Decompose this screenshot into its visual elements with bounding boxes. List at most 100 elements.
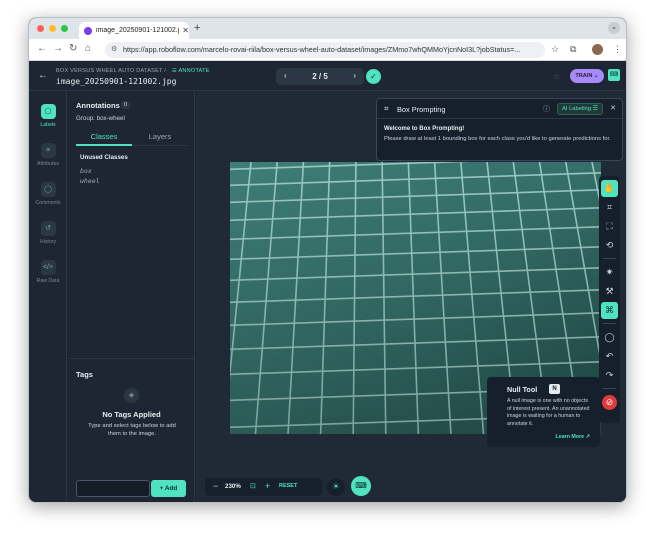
tab-title: image_20250901-121002.jpg — [96, 27, 180, 34]
ai-labeling-button[interactable]: AI Labeling ☰ — [557, 103, 603, 115]
list-icon: ≡ — [40, 143, 56, 158]
box-prompting-description: Please draw at least 1 bounding box for … — [384, 136, 611, 142]
forward-arrow-icon[interactable]: → — [53, 43, 63, 54]
drag-hand-icon[interactable]: ✋ — [601, 180, 618, 197]
bookmark-star-icon[interactable]: ☆ — [551, 44, 559, 55]
back-arrow-icon[interactable]: ← — [38, 70, 48, 81]
close-window-button[interactable] — [37, 25, 44, 32]
tab-bar: image_20250901-121002.jpg ✕ + ⌄ — [29, 18, 626, 39]
project-name[interactable]: BOX VERSUS WHEEL AUTO DATASET — [56, 68, 163, 74]
fit-to-screen-icon[interactable]: ⊡ — [250, 482, 256, 490]
divider — [68, 358, 195, 359]
annotate-mode-text: ANNOTATE — [178, 68, 210, 74]
rail-item-label: Raw Data — [36, 278, 60, 284]
breadcrumb-separator: / — [164, 68, 167, 74]
bounding-box-icon[interactable]: ⌗ — [601, 199, 618, 216]
smart-polygon-icon[interactable]: ✷ — [601, 264, 618, 281]
rail-item-history[interactable]: ↺ History — [29, 221, 67, 245]
home-icon[interactable]: ⌂ — [85, 43, 91, 54]
info-icon[interactable]: ⓘ — [543, 104, 550, 114]
annotation-tabs: Classes Layers — [76, 129, 188, 146]
browser-menu-icon[interactable]: ⋮ — [613, 44, 622, 55]
annotations-count: 0 — [121, 101, 131, 109]
comment-icon[interactable]: ◯ — [601, 329, 618, 346]
active-tab-indicator — [76, 144, 132, 146]
repeat-previous-icon[interactable]: ⟲ — [601, 237, 618, 254]
magic-wand-icon[interactable]: ⚒ — [601, 283, 618, 300]
null-tool-title: Null Tool — [507, 385, 538, 394]
undo-icon[interactable]: ↶ — [601, 348, 618, 365]
url-field[interactable]: ⚙ https://app.roboflow.com/marcelo-rovai… — [105, 42, 545, 58]
site-info-icon[interactable]: ⚙ — [111, 42, 117, 58]
no-tags-description: Type and select tags below to add them t… — [88, 423, 176, 437]
box-prompting-panel: ⌗ Box Prompting ⓘ AI Labeling ☰ ✕ Welcom… — [376, 98, 623, 161]
tab-layers-label: Layers — [148, 132, 172, 141]
rail-item-label: History — [39, 239, 57, 245]
brightness-icon[interactable]: ☀ — [327, 478, 345, 496]
redo-icon[interactable]: ↷ — [601, 367, 618, 384]
rail-item-label: Labels — [40, 122, 56, 128]
learn-more-link[interactable]: Learn More ↗ — [556, 434, 590, 440]
box-prompting-icon[interactable]: ⌘ — [601, 302, 618, 319]
history-icon: ↺ — [40, 221, 56, 236]
divider — [603, 388, 616, 389]
train-label: TRAIN — [575, 73, 593, 79]
maximize-window-button[interactable] — [61, 25, 68, 32]
close-icon[interactable]: ✕ — [610, 104, 616, 112]
tab-layers[interactable]: Layers — [132, 132, 188, 141]
rail-item-attributes[interactable]: ≡ Attributes — [29, 143, 67, 167]
app-header: ← BOX VERSUS WHEEL AUTO DATASET / ☰ ANNO… — [29, 61, 626, 91]
tag-input[interactable] — [76, 480, 150, 497]
rail-item-comments[interactable]: ◯ Comments — [29, 182, 67, 206]
new-tab-button[interactable]: + — [194, 22, 200, 34]
zoom-in-button[interactable]: + — [265, 481, 270, 491]
keyboard-shortcuts-icon[interactable]: ⌨ — [608, 69, 620, 81]
close-tab-icon[interactable]: ✕ — [182, 26, 189, 35]
browser-window: image_20250901-121002.jpg ✕ + ⌄ ← → ↻ ⌂ … — [28, 17, 627, 503]
rail-item-raw-data[interactable]: </> Raw Data — [29, 260, 67, 284]
back-arrow-icon[interactable]: ← — [37, 43, 47, 54]
rail-item-label: Attributes — [37, 161, 59, 167]
roboflow-favicon-icon — [84, 26, 92, 35]
address-bar: ← → ↻ ⌂ ⚙ https://app.roboflow.com/marce… — [29, 39, 626, 61]
minimize-window-button[interactable] — [49, 25, 56, 32]
zoom-level: 230% — [225, 483, 241, 490]
divider — [603, 258, 616, 259]
image-filename: image_20250901-121002.jpg — [56, 77, 177, 86]
image-pager: ‹ 2 / 5 › — [276, 68, 364, 85]
unused-classes-title: Unused Classes — [80, 154, 128, 161]
add-tag-button[interactable]: + Add — [151, 480, 186, 497]
browser-tab[interactable]: image_20250901-121002.jpg ✕ — [79, 22, 189, 39]
annotations-title: Annotations — [76, 101, 120, 110]
rail-item-labels[interactable]: ▢ Labels — [29, 104, 67, 128]
profile-avatar[interactable] — [592, 44, 603, 55]
extensions-icon[interactable]: ⧉ — [570, 44, 576, 55]
tab-search-button[interactable]: ⌄ — [608, 22, 620, 34]
class-item-box[interactable]: box — [80, 167, 92, 175]
no-tags-title: No Tags Applied — [102, 410, 161, 419]
tab-classes[interactable]: Classes — [76, 132, 132, 141]
hide-annotations-icon[interactable]: ◌ — [554, 72, 559, 81]
tag-icon: ◈ — [124, 388, 139, 403]
next-image-button[interactable]: › — [353, 71, 356, 80]
null-tool-icon[interactable]: ⊘ — [602, 395, 617, 410]
tag-icon: ▢ — [40, 104, 56, 119]
null-tool-shortcut: N — [549, 384, 560, 394]
null-tool-description: A null image is one with no objects of i… — [507, 398, 590, 427]
keyboard-icon[interactable]: ⌨ — [351, 476, 371, 496]
left-rail: ▢ Labels ≡ Attributes ◯ Comments ↺ Histo… — [29, 92, 67, 502]
reset-zoom-button[interactable]: RESET — [279, 483, 297, 489]
polygon-icon[interactable]: ⛶ — [601, 218, 618, 235]
class-item-wheel[interactable]: wheel — [80, 177, 100, 185]
comment-icon: ◯ — [40, 182, 56, 197]
reload-icon[interactable]: ↻ — [69, 43, 77, 54]
train-button[interactable]: TRAIN ⌄ — [570, 69, 604, 83]
annotation-canvas[interactable]: ⌗ Box Prompting ⓘ AI Labeling ☰ ✕ Welcom… — [196, 92, 626, 502]
tab-classes-label: Classes — [90, 132, 118, 141]
divider — [603, 323, 616, 324]
zoom-out-button[interactable]: − — [213, 481, 218, 491]
code-icon: </> — [40, 260, 56, 275]
approve-check-icon[interactable]: ✓ — [366, 69, 381, 84]
box-prompting-header: ⌗ Box Prompting ⓘ AI Labeling ☰ ✕ — [377, 99, 622, 119]
image-position: 2 / 5 — [312, 72, 328, 81]
